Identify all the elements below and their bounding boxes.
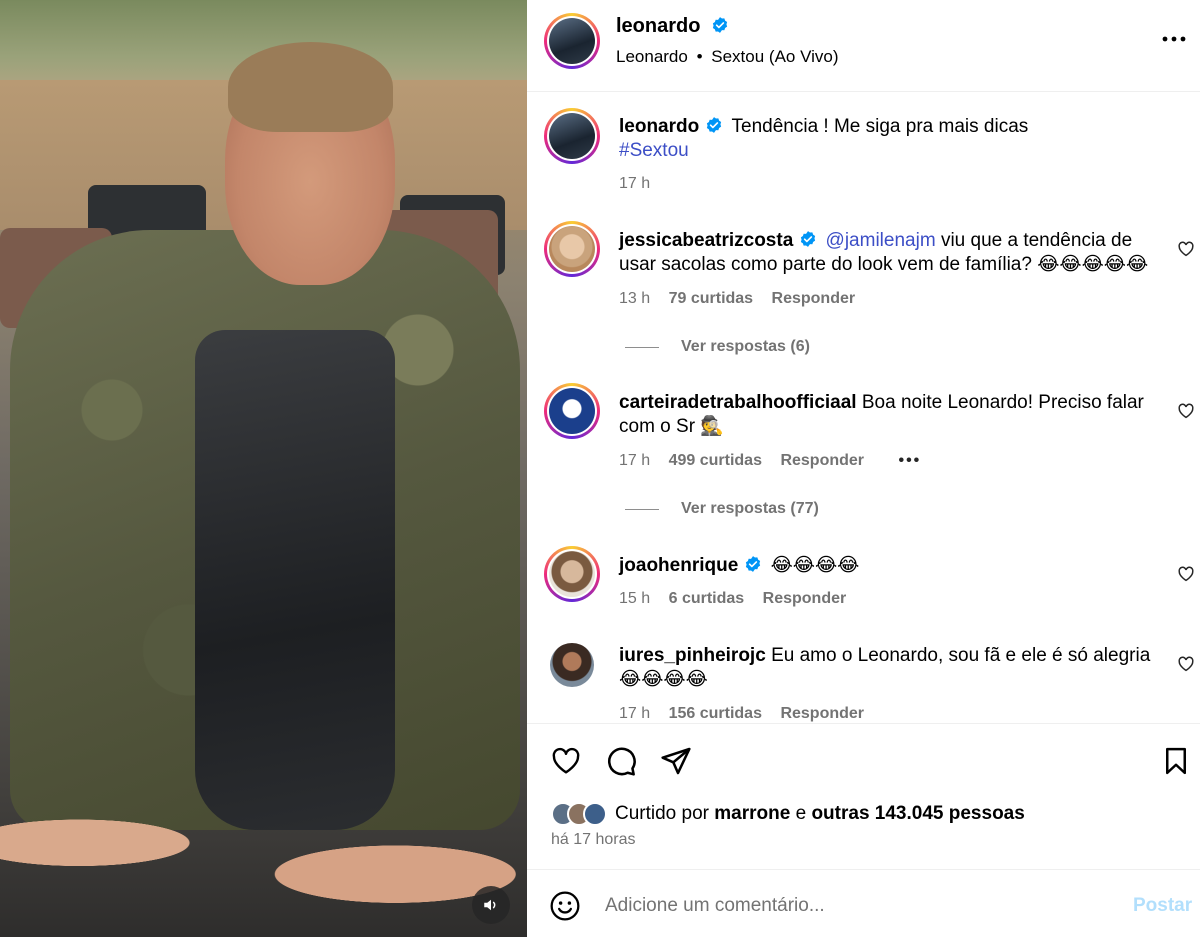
post-comment-button[interactable]: Postar xyxy=(1133,895,1192,917)
liker-avatar xyxy=(583,802,607,826)
video-person-legs xyxy=(0,780,527,937)
comment-mention[interactable]: @jamilenajm xyxy=(826,230,936,251)
post-actions: Curtido por marrone e outras 143.045 pes… xyxy=(527,723,1200,869)
post-timestamp[interactable]: há 17 horas xyxy=(551,831,636,849)
view-replies-button[interactable]: Ver respostas (77) xyxy=(625,500,819,518)
comment-composer: Adicione um comentário... Postar xyxy=(527,869,1200,937)
comment-time[interactable]: 17 h xyxy=(619,705,650,722)
comment-reply-button[interactable]: Responder xyxy=(780,452,864,469)
caption-time[interactable]: 17 h xyxy=(619,175,650,192)
caption-username[interactable]: leonardo xyxy=(619,116,699,137)
comment-avatar[interactable] xyxy=(544,221,600,277)
likes-first-user[interactable]: marrone xyxy=(714,803,790,824)
comment-username[interactable]: joaohenrique xyxy=(619,555,738,576)
comment-avatar[interactable] xyxy=(550,643,594,687)
comment-input[interactable]: Adicione um comentário... xyxy=(605,895,825,917)
share-icon[interactable] xyxy=(659,745,693,777)
comment-like-icon[interactable] xyxy=(1177,240,1195,258)
video-person-hair xyxy=(228,42,393,132)
caption-text: Tendência ! Me siga pra mais dicas xyxy=(731,116,1029,137)
heart-icon[interactable] xyxy=(549,745,583,777)
more-options-icon[interactable] xyxy=(1161,32,1187,46)
comment-time[interactable]: 15 h xyxy=(619,590,650,607)
comment-icon[interactable] xyxy=(604,745,638,777)
comment-like-icon[interactable] xyxy=(1177,565,1195,583)
bookmark-icon[interactable] xyxy=(1161,745,1191,777)
comment-text: 😂😂😂😂 xyxy=(770,555,860,576)
likes-connector: e xyxy=(795,803,807,824)
verified-badge-icon xyxy=(746,556,761,572)
audio-artist[interactable]: Leonardo xyxy=(616,47,688,66)
verified-badge-icon xyxy=(801,231,816,247)
verified-badge-icon xyxy=(712,17,728,33)
comments-list[interactable]: leonardo Tendência ! Me siga pra mais di… xyxy=(527,93,1200,723)
comment-time[interactable]: 17 h xyxy=(619,452,650,469)
comment-reply-button[interactable]: Responder xyxy=(763,590,847,607)
caption-avatar[interactable] xyxy=(544,108,600,164)
post-video[interactable] xyxy=(0,0,527,937)
volume-icon xyxy=(484,899,496,911)
audio-title[interactable]: Sextou (Ao Vivo) xyxy=(711,47,838,66)
author-avatar[interactable] xyxy=(544,13,600,69)
post-header: leonardo Leonardo • Sextou (Ao Vivo) xyxy=(527,0,1200,92)
comment-reply-button[interactable]: Responder xyxy=(772,290,856,307)
comment-time[interactable]: 13 h xyxy=(619,290,650,307)
post-details-panel: leonardo Leonardo • Sextou (Ao Vivo) leo… xyxy=(527,0,1200,937)
emoji-icon[interactable] xyxy=(549,890,581,922)
comment-avatar[interactable] xyxy=(544,546,600,602)
comment-username[interactable]: jessicabeatrizcosta xyxy=(619,230,793,251)
view-replies-button[interactable]: Ver respostas (6) xyxy=(625,338,810,356)
comment-avatar[interactable] xyxy=(544,383,600,439)
caption-hashtag[interactable]: #Sextou xyxy=(619,140,689,161)
comment-username[interactable]: carteiradetrabalhoofficiaal xyxy=(619,392,857,413)
likes-summary[interactable]: Curtido por marrone e outras 143.045 pes… xyxy=(551,802,1025,826)
audio-separator: • xyxy=(696,47,703,66)
verified-badge-icon xyxy=(707,117,722,133)
likes-others[interactable]: outras 143.045 pessoas xyxy=(811,803,1024,824)
comment-likes[interactable]: 156 curtidas xyxy=(669,705,762,722)
likes-prefix: Curtido por xyxy=(615,803,709,824)
video-person-plastic-bag xyxy=(195,330,395,830)
comment-more-options-icon[interactable]: ••• xyxy=(898,452,921,469)
comment-like-icon[interactable] xyxy=(1177,655,1195,673)
comment-likes[interactable]: 79 curtidas xyxy=(669,290,753,307)
comment-like-icon[interactable] xyxy=(1177,402,1195,420)
author-username[interactable]: leonardo xyxy=(616,15,700,37)
comment-likes[interactable]: 6 curtidas xyxy=(669,590,745,607)
comment-username[interactable]: iures_pinheirojc xyxy=(619,645,766,666)
mute-button[interactable] xyxy=(472,886,510,924)
comment-reply-button[interactable]: Responder xyxy=(780,705,864,722)
comment-likes[interactable]: 499 curtidas xyxy=(669,452,762,469)
